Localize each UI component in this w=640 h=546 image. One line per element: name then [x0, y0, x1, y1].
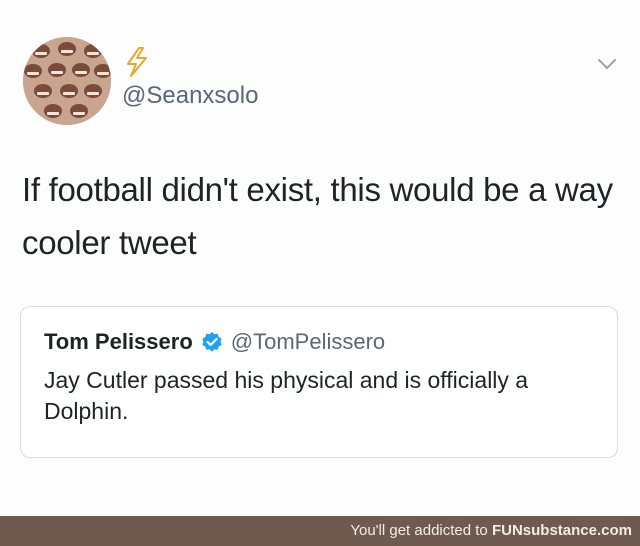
user-handle[interactable]: @Seanxsolo: [122, 82, 258, 110]
tweet-text: If football didn't exist, this would be …: [22, 171, 613, 261]
quoted-tweet-header: Tom Pelissero @TomPelissero: [44, 327, 385, 357]
avatar-image: [23, 37, 111, 125]
verified-badge-icon: [202, 332, 222, 352]
watermark-text: You'll get addicted to FUNsubstance.com: [350, 522, 632, 539]
display-name[interactable]: [122, 46, 152, 78]
watermark-tagline: You'll get addicted to: [350, 522, 492, 539]
quoted-tweet-handle[interactable]: @TomPelissero: [231, 329, 385, 355]
avatar[interactable]: [23, 37, 111, 125]
quoted-tweet-text: Jay Cutler passed his physical and is of…: [44, 367, 529, 424]
watermark-brand: FUNsubstance.com: [491, 522, 632, 539]
chevron-down-icon[interactable]: [596, 56, 618, 72]
quoted-tweet-author-name[interactable]: Tom Pelissero: [44, 329, 193, 355]
lightning-icon: [127, 47, 147, 77]
quoted-tweet-card[interactable]: Tom Pelissero @TomPelissero Jay Cutler p…: [20, 306, 618, 458]
watermark-footer: You'll get addicted to FUNsubstance.com: [0, 516, 640, 546]
